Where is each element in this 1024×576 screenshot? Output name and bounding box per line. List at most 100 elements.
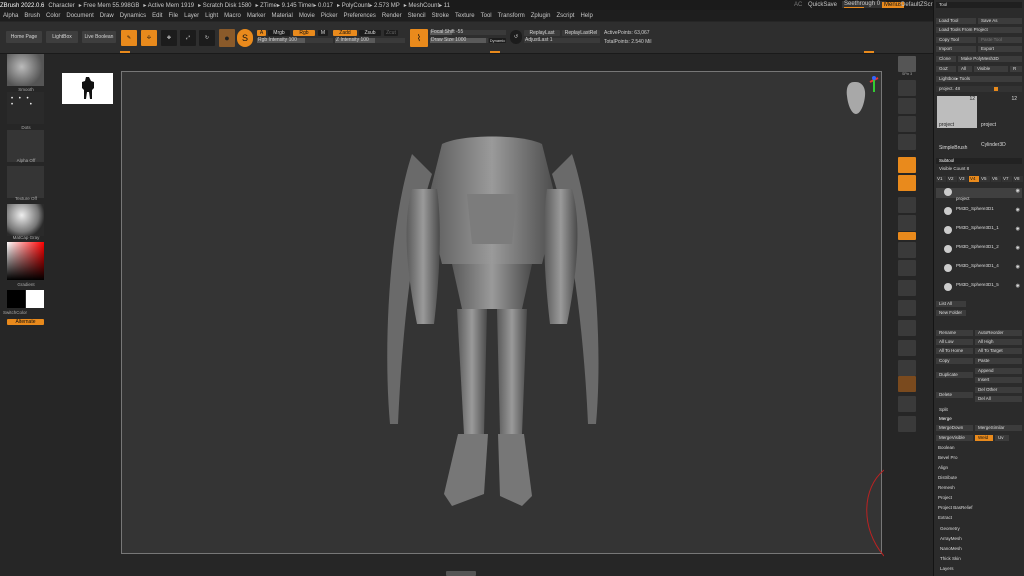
subpalette-bevel-pro[interactable]: Bevel Pro <box>938 455 1016 460</box>
scale-button[interactable]: ⤢ <box>180 30 196 46</box>
rename-button[interactable]: Rename <box>936 330 973 336</box>
menu-edit[interactable]: Edit <box>152 13 162 19</box>
menu-stencil[interactable]: Stencil <box>408 13 426 19</box>
tool-thumb[interactable]: project 12 <box>937 96 977 128</box>
draw-size-slider[interactable]: Draw Size 1000 <box>430 37 488 43</box>
matcap-thumb[interactable] <box>7 204 44 236</box>
texture-thumb[interactable] <box>7 166 44 198</box>
eye-icon[interactable]: ◉ <box>1016 186 1020 196</box>
rotate-view-button[interactable] <box>898 300 916 316</box>
visibility-tab[interactable]: V2 <box>947 176 957 182</box>
subpalette-align[interactable]: Align <box>938 465 1016 470</box>
visibility-tab[interactable]: V1 <box>936 176 946 182</box>
z-intensity-slider[interactable]: Z Intensity 100 <box>335 37 405 43</box>
bpr-button[interactable] <box>898 56 916 72</box>
paste-tool-button[interactable]: Paste Tool <box>978 37 1022 43</box>
load-tools-from-project-button[interactable]: Load Tools From Project <box>936 27 1022 33</box>
subpalette-remesh[interactable]: Remesh <box>938 485 1016 490</box>
all-to-target-button[interactable]: All To Target <box>975 348 1022 354</box>
subpalette-distribute[interactable]: Distribute <box>938 475 1016 480</box>
home-page-button[interactable]: Home Page <box>6 31 42 43</box>
del-all-button[interactable]: Del All <box>975 396 1022 402</box>
sculptris-pro-button[interactable]: ⌇ <box>410 29 428 47</box>
all-low-button[interactable]: All Low <box>936 339 973 345</box>
subpalette-layers[interactable]: Layers <box>940 566 1018 571</box>
merge-menu[interactable]: Merge <box>936 416 1022 422</box>
subpalette-extract[interactable]: Extract <box>938 515 1016 520</box>
rotate2-button[interactable] <box>898 320 916 336</box>
subpalette-nanomesh[interactable]: NanoMesh <box>940 546 1018 551</box>
zoom-button[interactable] <box>898 98 916 114</box>
replay-icon[interactable]: ↺ <box>510 30 522 44</box>
orientation-gizmo[interactable] <box>840 74 880 122</box>
menu-zscript[interactable]: Zscript <box>556 13 574 19</box>
menu-file[interactable]: File <box>168 13 178 19</box>
focal-shift-slider[interactable]: Focal Shift -55 <box>430 29 506 35</box>
transp-button[interactable] <box>898 360 916 376</box>
frame-button[interactable] <box>898 242 916 258</box>
switch-color-button[interactable]: SwitchColor <box>0 310 30 315</box>
menu-movie[interactable]: Movie <box>299 13 315 19</box>
zoom3d-button[interactable] <box>898 280 916 296</box>
replay-last-rel-button[interactable]: ReplayLastRel <box>562 30 600 36</box>
copy-tool-button[interactable]: Copy Tool <box>936 37 976 43</box>
menu-material[interactable]: Material <box>272 13 293 19</box>
visibility-tab[interactable]: V5 <box>980 176 990 182</box>
dots-stroke-thumb[interactable]: • • • • • <box>7 92 44 124</box>
goz-visible-button[interactable]: Visible <box>974 66 1008 72</box>
subtool-item[interactable]: PM3D_Sphere3D1_5 ◉ <box>936 282 1022 293</box>
tool-thumb[interactable]: Cylinder3D <box>979 116 1019 148</box>
uv-toggle[interactable]: Uv <box>995 435 1009 441</box>
bottom-tray-handle[interactable] <box>446 571 476 576</box>
mrgb-toggle[interactable]: Mrgb <box>268 30 290 36</box>
paste-button[interactable]: Paste <box>975 358 1022 364</box>
lsym-button[interactable] <box>898 215 916 231</box>
actual-button[interactable] <box>898 116 916 132</box>
rgb-intensity-slider[interactable]: Rgb Intensity 100 <box>257 37 333 43</box>
ac-label[interactable]: AC <box>794 2 802 8</box>
subtool-item[interactable]: PM3D_Sphere3D1_2 ◉ <box>936 244 1022 255</box>
eye-icon[interactable]: ◉ <box>1016 262 1020 272</box>
duplicate-button[interactable]: Duplicate <box>936 372 973 378</box>
project-slider[interactable]: project. 48 <box>936 86 1022 92</box>
menu-tool[interactable]: Tool <box>481 13 492 19</box>
document-canvas[interactable] <box>62 71 884 557</box>
scroll-button[interactable] <box>898 80 916 96</box>
visibility-tab[interactable]: V8 <box>1013 176 1023 182</box>
menu-alpha[interactable]: Alpha <box>3 13 18 19</box>
solo-button[interactable] <box>898 396 916 412</box>
rotate-button[interactable]: ↻ <box>199 30 215 46</box>
menu-brush[interactable]: Brush <box>24 13 40 19</box>
zsub-toggle[interactable]: Zsub <box>359 30 381 36</box>
menu-dynamics[interactable]: Dynamics <box>120 13 146 19</box>
delete-button[interactable]: Delete <box>936 392 973 398</box>
menu-color[interactable]: Color <box>46 13 60 19</box>
aahalf-button[interactable] <box>898 134 916 150</box>
goz-all-button[interactable]: All <box>958 66 972 72</box>
subtool-item[interactable]: PM3D_Sphere3D1_1 ◉ <box>936 225 1022 236</box>
secondary-color-swatch[interactable] <box>26 290 44 308</box>
seethrough-slider[interactable]: Seethrough 0 <box>842 1 887 8</box>
export-button[interactable]: Export <box>978 46 1022 52</box>
load-tool-button[interactable]: Load Tool <box>936 18 976 24</box>
xyz-button[interactable] <box>898 232 916 240</box>
rgb-toggle[interactable]: Rgb <box>293 30 315 36</box>
menu-preferences[interactable]: Preferences <box>344 13 376 19</box>
merge-down-button[interactable]: MergeDown <box>936 425 973 431</box>
xpose-button[interactable] <box>898 416 916 432</box>
tool-thumb[interactable]: SimpleBrush <box>937 133 977 151</box>
menu-draw[interactable]: Draw <box>100 13 114 19</box>
m-toggle[interactable]: M <box>318 30 328 36</box>
stroke-preview[interactable]: S <box>237 29 253 47</box>
visibility-tab[interactable]: V6 <box>991 176 1001 182</box>
all-to-home-button[interactable]: All To Home <box>936 348 973 354</box>
zcut-toggle[interactable]: Zcut <box>384 30 398 36</box>
subtool-item[interactable]: project ◉ <box>936 186 1022 201</box>
menu-macro[interactable]: Macro <box>224 13 241 19</box>
menu-layer[interactable]: Layer <box>184 13 199 19</box>
visibility-tab[interactable]: V7 <box>1002 176 1012 182</box>
subpalette-arraymesh[interactable]: ArrayMesh <box>940 536 1018 541</box>
visibility-tab[interactable]: V3 <box>958 176 968 182</box>
persp-button[interactable] <box>898 157 916 173</box>
subpalette-geometry[interactable]: Geometry <box>940 526 1018 531</box>
